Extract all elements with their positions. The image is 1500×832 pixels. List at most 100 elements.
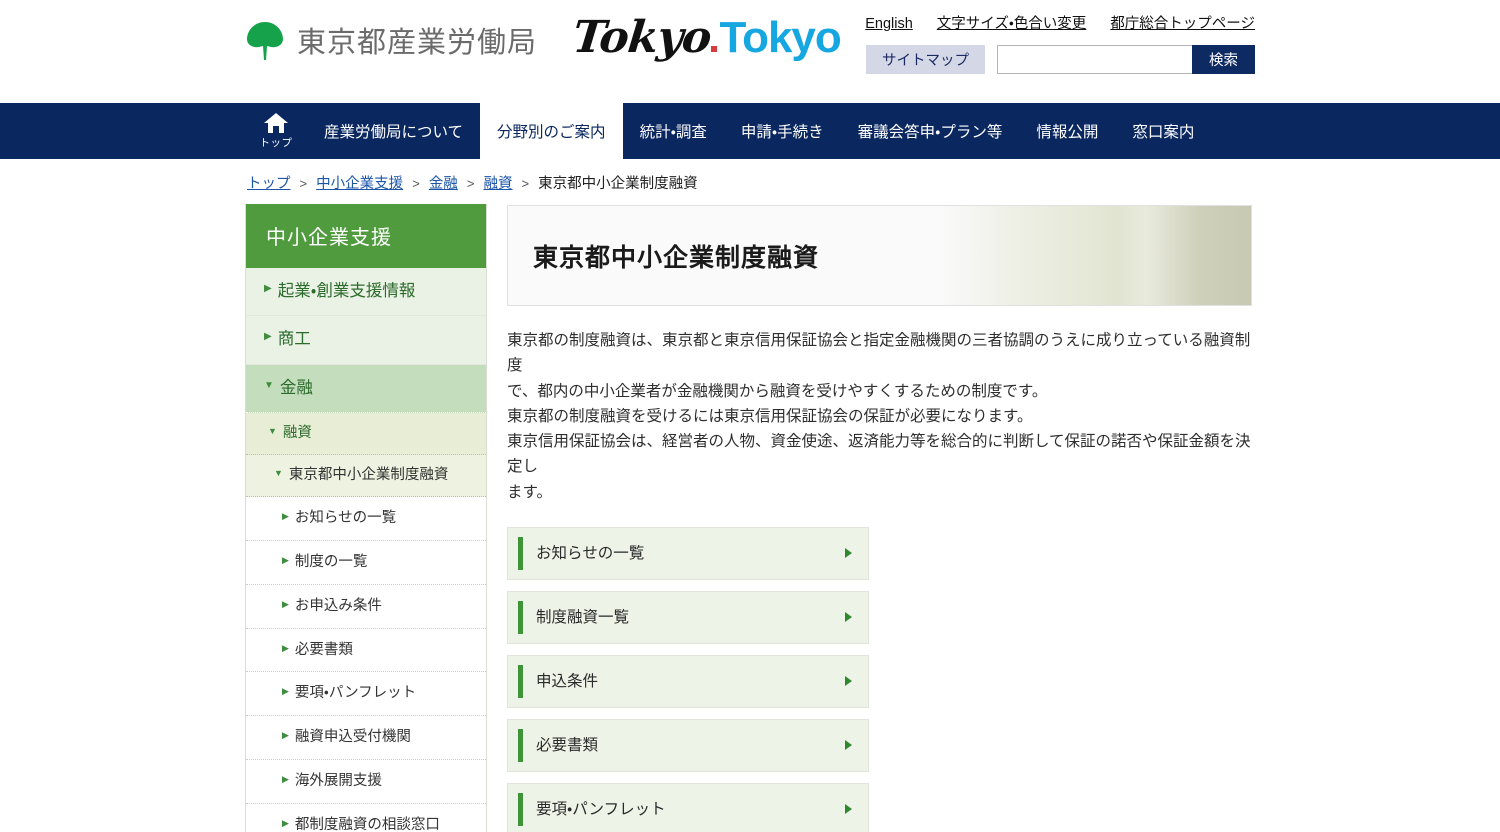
sidebar-item-label: 融資 [282,425,312,442]
brand-name: 東京都産業労働局 [297,27,538,59]
breadcrumb-item-finance[interactable]: 金融 [429,176,458,192]
sidebar-item-overseas-support[interactable]: ▶ 海外展開支援 [246,760,486,804]
sidebar-item-label: 要項・パンフレット [294,685,417,702]
nav-item-disclosure[interactable]: 情報公開 [1019,103,1115,159]
sidebar-item-label: お申込み条件 [294,597,382,614]
sidebar-item-label: 必要書類 [294,641,353,658]
tile-application-conditions[interactable]: 申込条件 [507,654,869,708]
nav-home-label: トップ [259,137,293,149]
link-tile-grid: お知らせの一覧 制度融資一覧 申込条件 必要書類 要項・パンフレット [507,526,1252,832]
sidebar-item-label: 海外展開支援 [294,773,382,790]
sidebar-item-label: 商工 [277,330,311,349]
intro-line: で、都内の中小企業者が金融機関から融資を受けやすくするための制度です。 [507,382,1048,400]
triangle-right-icon: ▶ [264,283,272,294]
breadcrumb-separator: > [412,176,420,191]
nav-item-counter-guide[interactable]: 窓口案内 [1115,103,1211,159]
tile-required-documents[interactable]: 必要書類 [507,718,869,772]
tile-loan-system-list[interactable]: 制度融資一覧 [507,590,869,644]
triangle-down-icon: ▼ [274,468,283,479]
tokyo-script-text: Tokyo [570,12,714,63]
breadcrumb-item-loan[interactable]: 融資 [483,176,512,192]
nav-item-applications[interactable]: 申請・手続き [724,103,841,159]
triangle-right-icon: ▶ [282,511,289,521]
brand-logo[interactable]: 東京都産業労働局 [245,18,537,62]
intro-line: ます。 [507,483,552,501]
triangle-right-icon: ▶ [282,686,289,697]
page-title: 東京都中小企業制度融資 [533,243,820,272]
sidebar-heading: 中小企業支援 [246,204,486,268]
arrow-right-icon [845,612,852,623]
sidebar-item-consultation-desk[interactable]: ▶ 都制度融資の相談窓口 [246,803,486,832]
triangle-right-icon: ▶ [282,817,289,828]
sidebar-item-tokyo-sme-loan[interactable]: ▼ 東京都中小企業制度融資 [246,455,486,497]
breadcrumb-item-top[interactable]: トップ [247,176,291,192]
text-size-color-link[interactable]: 文字サイズ・色合い変更 [937,12,1087,33]
intro-line: 東京信用保証協会は、経営者の人物、資金使途、返済能力等を総合的に判断して保証の諾… [507,433,1251,476]
sidebar-item-commerce-industry[interactable]: ▶ 商工 [246,316,486,365]
ginkgo-leaf-icon [245,18,285,62]
site-header: 東京都産業労働局 Tokyo Tokyo English 文字サイズ・色合い変更… [0,0,1500,103]
tile-pamphlet[interactable]: 要項・パンフレット [507,782,869,832]
sidebar-item-startup-support[interactable]: ▶ 起業・創業支援情報 [246,268,486,317]
arrow-right-icon [845,676,852,687]
nav-item-about[interactable]: 産業労働局について [307,103,480,159]
sidebar-item-news-list[interactable]: ▶ お知らせの一覧 [246,497,486,541]
sidebar-item-label: 制度の一覧 [294,553,368,570]
sidebar-item-finance[interactable]: ▼ 金融 [246,364,486,414]
sidebar: 中小企業支援 ▶ 起業・創業支援情報 ▶ 商工 ▼ 金融 ▼ 融資 ▼ 東京都中… [245,204,487,832]
tile-label: 申込条件 [536,672,599,690]
page-layout: 中小企業支援 ▶ 起業・創業支援情報 ▶ 商工 ▼ 金融 ▼ 融資 ▼ 東京都中… [245,204,1255,832]
breadcrumb-item-current: 東京都中小企業制度融資 [538,176,698,192]
utility-links: English 文字サイズ・色合い変更 都庁総合トップページ [865,12,1255,33]
sidebar-item-application-conditions[interactable]: ▶ お申込み条件 [246,584,486,629]
english-link[interactable]: English [865,16,913,32]
search-button[interactable]: 検索 [1192,45,1255,74]
intro-line: 東京都の制度融資を受けるには東京信用保証協会の保証が必要になります。 [507,407,1033,425]
tokyo-red-dot-icon [711,46,718,52]
nav-item-field-guide[interactable]: 分野別のご案内 [480,103,623,159]
metro-top-page-link[interactable]: 都庁総合トップページ [1110,12,1255,33]
breadcrumb-separator: > [466,176,475,191]
nav-home-top[interactable]: トップ [245,103,307,159]
sidebar-item-loan-reception[interactable]: ▶ 融資申込受付機関 [246,716,486,761]
intro-text: 東京都の制度融資は、東京都と東京信用保証協会と指定金融機関の三者協調のうえに成り… [507,328,1252,505]
tile-label: お知らせの一覧 [536,544,645,562]
sidebar-item-label: 金融 [279,378,313,397]
sidebar-item-label: 都制度融資の相談窓口 [294,816,440,832]
tile-news-list[interactable]: お知らせの一覧 [507,526,869,580]
breadcrumb-separator: > [521,176,530,191]
global-navigation: トップ 産業労働局について 分野別のご案内 統計・調査 申請・手続き 審議会答申… [0,103,1500,159]
arrow-right-icon [845,548,852,559]
triangle-right-icon: ▶ [282,774,289,785]
breadcrumb-item-sme-support[interactable]: 中小企業支援 [316,176,403,192]
tokyo-blue-text: Tokyo [719,13,841,62]
intro-line: 東京都の制度融資は、東京都と東京信用保証協会と指定金融機関の三者協調のうえに成り… [507,332,1251,375]
triangle-right-icon: ▶ [282,598,289,609]
tokyo-tokyo-logo[interactable]: Tokyo Tokyo [570,12,841,63]
sidebar-item-system-list[interactable]: ▶ 制度の一覧 [246,540,486,585]
breadcrumb: トップ > 中小企業支援 > 金融 > 融資 > 東京都中小企業制度融資 [245,159,1255,204]
tile-label: 制度融資一覧 [536,608,630,626]
page-title-banner: 東京都中小企業制度融資 [507,205,1252,306]
triangle-right-icon: ▶ [282,642,289,653]
arrow-right-icon [845,740,852,751]
sidebar-item-loan[interactable]: ▼ 融資 [246,413,486,456]
triangle-down-icon: ▼ [264,379,274,391]
home-icon [263,112,289,134]
sidebar-item-label: 東京都中小企業制度融資 [288,467,449,484]
breadcrumb-separator: > [299,176,308,191]
sidebar-item-required-documents[interactable]: ▶ 必要書類 [246,628,486,673]
triangle-right-icon: ▶ [264,331,272,343]
search-input[interactable] [997,45,1192,74]
tile-label: 要項・パンフレット [536,800,666,818]
nav-item-statistics[interactable]: 統計・調査 [623,103,724,159]
sidebar-item-label: 融資申込受付機関 [294,729,411,746]
search-form: 検索 [997,45,1255,74]
sidebar-item-pamphlet[interactable]: ▶ 要項・パンフレット [246,672,486,717]
triangle-down-icon: ▼ [268,426,277,437]
nav-item-council-plans[interactable]: 審議会答申・プラン等 [841,103,1020,159]
sitemap-button[interactable]: サイトマップ [866,45,985,74]
header-search-row: サイトマップ 検索 [866,45,1255,74]
main-content: 東京都中小企業制度融資 東京都の制度融資は、東京都と東京信用保証協会と指定金融機… [507,204,1252,832]
triangle-right-icon: ▶ [282,730,289,741]
